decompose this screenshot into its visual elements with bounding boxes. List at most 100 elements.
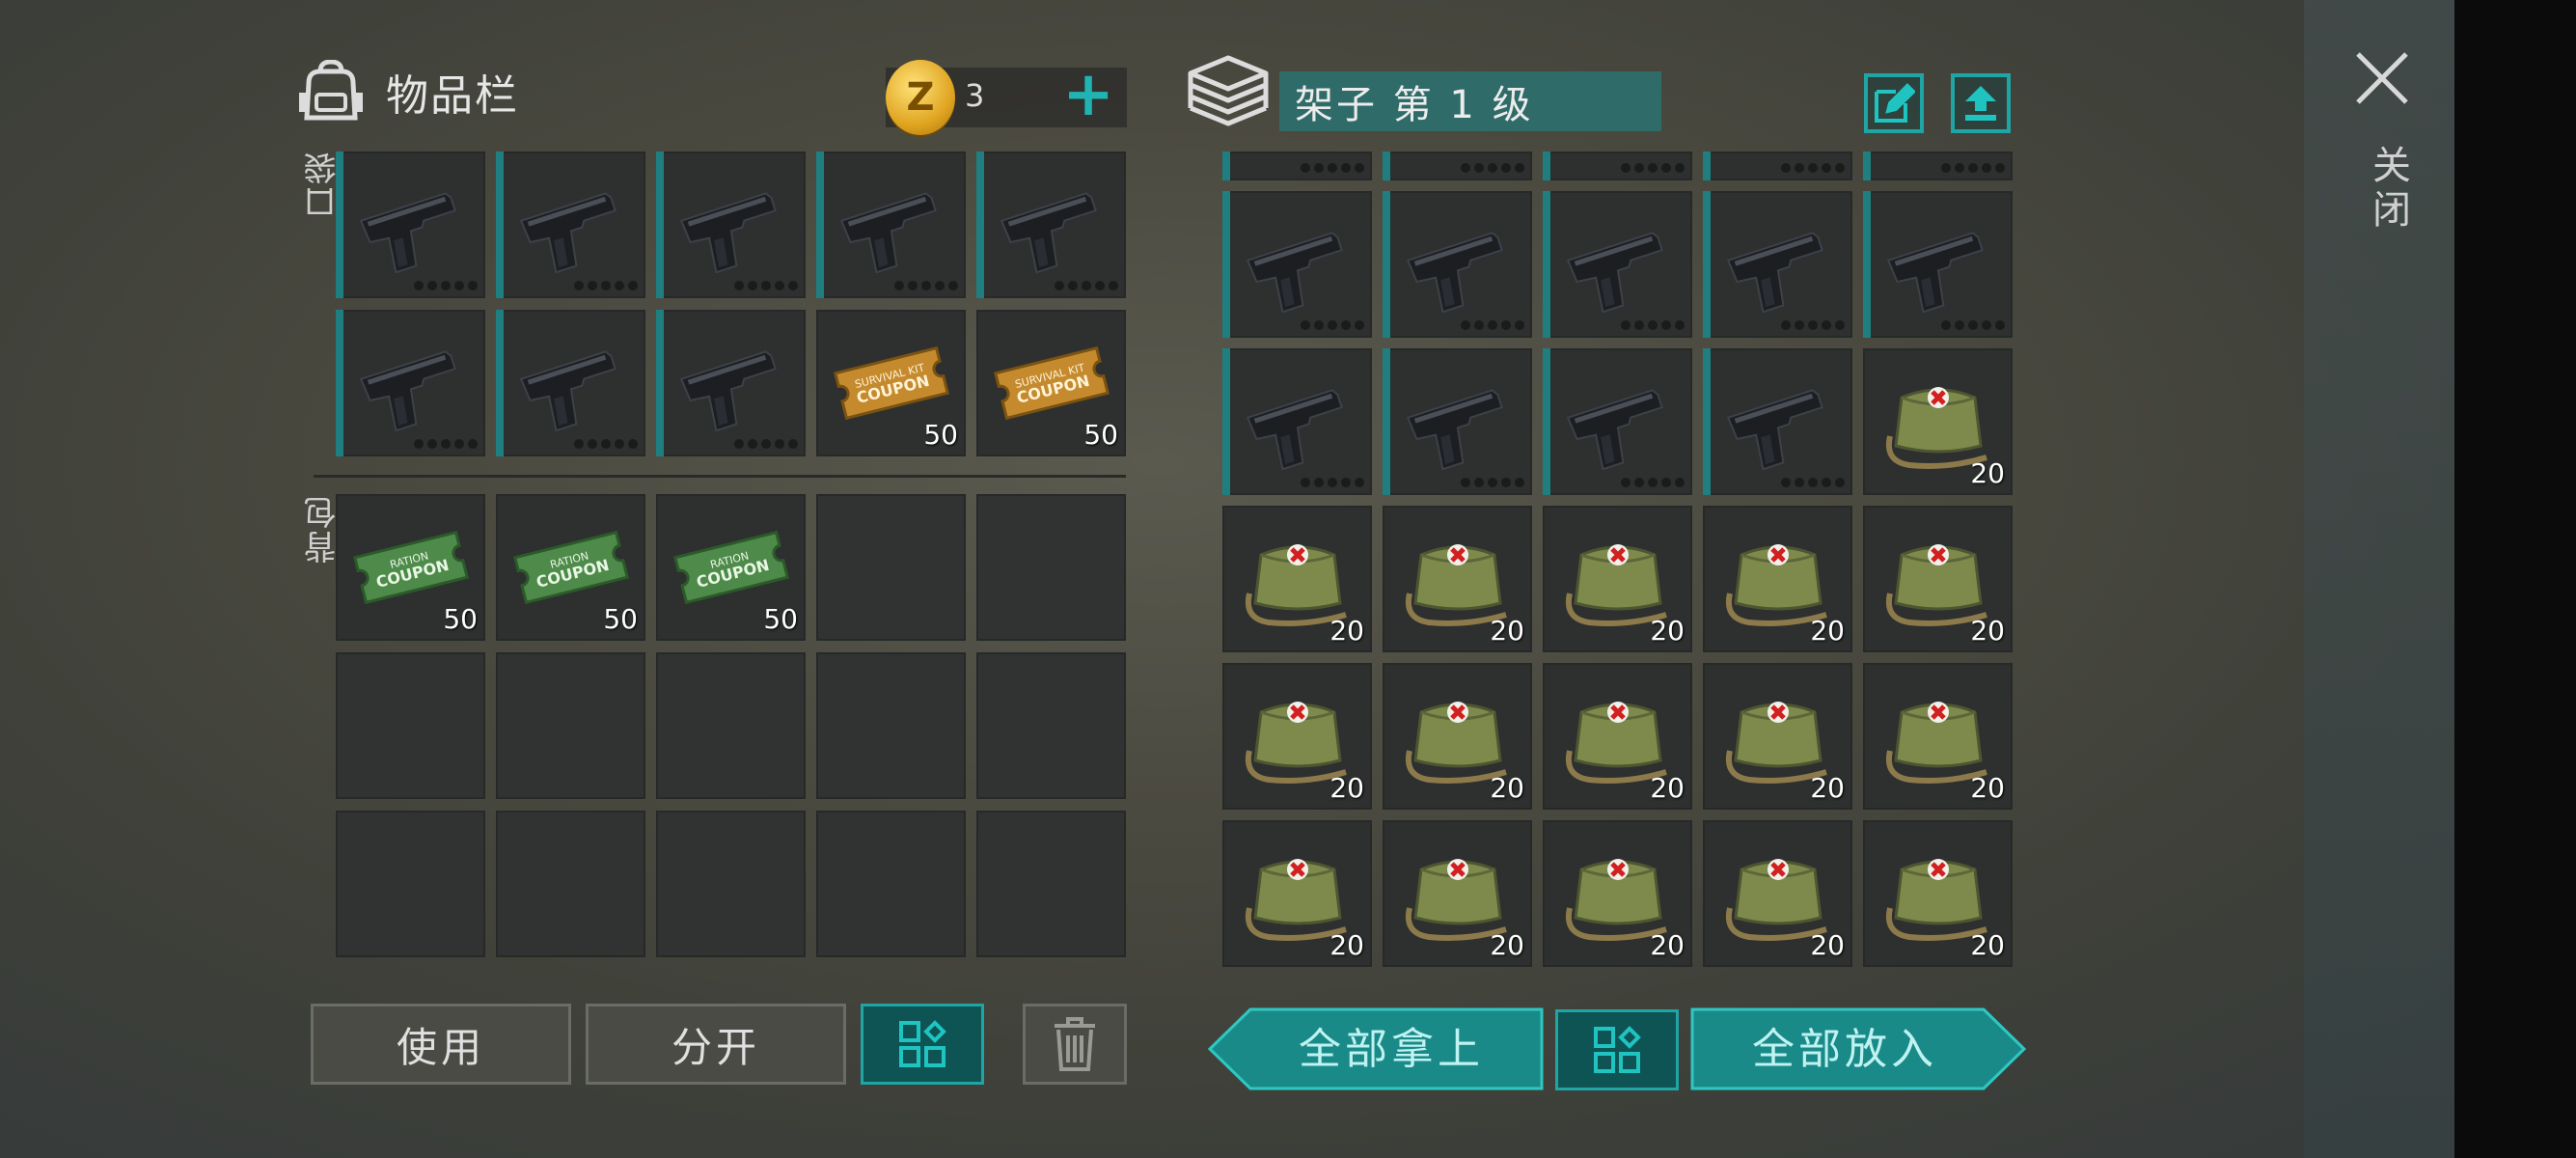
item-quantity: 50 — [603, 603, 638, 635]
durability-dots — [1781, 163, 1845, 173]
durability-dots — [1941, 320, 2005, 330]
pocket-slot-pistol[interactable] — [336, 310, 485, 456]
rename-shelf-button[interactable] — [1864, 73, 1924, 133]
put-all-label: 全部放入 — [1752, 1025, 1937, 1074]
pistol-icon — [336, 152, 485, 298]
backpack-slot-empty[interactable] — [336, 652, 485, 799]
shelf-slot-partial[interactable] — [1703, 152, 1852, 180]
backpack-slot-empty[interactable] — [976, 652, 1126, 799]
backpack-slot-empty[interactable] — [336, 811, 485, 957]
shelf-slot-medkit[interactable]: 20 — [1543, 506, 1692, 652]
shelf-slot-medkit[interactable]: 20 — [1222, 506, 1372, 652]
shelf-slot-medkit[interactable]: 20 — [1863, 663, 2013, 810]
shelf-slot-partial[interactable] — [1863, 152, 2013, 180]
shelf-slot-medkit[interactable]: 20 — [1383, 820, 1532, 967]
durability-dots — [1461, 320, 1524, 330]
shelf-slot-pistol[interactable] — [1543, 348, 1692, 495]
item-quantity: 50 — [923, 419, 958, 451]
backpack-slot-empty[interactable] — [816, 811, 966, 957]
backpack-slot-empty[interactable] — [976, 811, 1126, 957]
shelf-slot-medkit[interactable]: 20 — [1383, 506, 1532, 652]
trash-icon — [1055, 1017, 1095, 1071]
shelf-slot-pistol[interactable] — [1222, 348, 1372, 495]
pistol-icon — [816, 152, 966, 298]
split-button[interactable]: 分开 — [586, 1004, 846, 1085]
backpack-slot-empty[interactable] — [496, 811, 645, 957]
pocket-slot-pistol[interactable] — [496, 310, 645, 456]
shelf-slot-partial[interactable] — [1222, 152, 1372, 180]
item-quantity: 20 — [1970, 615, 2005, 647]
shelf-slot-partial[interactable] — [1543, 152, 1692, 180]
item-quantity: 20 — [1970, 457, 2005, 489]
pistol-icon — [656, 310, 806, 456]
sort-shelf-button[interactable] — [1555, 1009, 1679, 1090]
backpack-slot-empty[interactable] — [816, 652, 966, 799]
backpack-slot-empty[interactable] — [816, 494, 966, 641]
pocket-slot-pistol[interactable] — [816, 152, 966, 298]
pocket-slot-survival-coupon[interactable]: SURVIVAL KIT COUPON 50 — [816, 310, 966, 456]
take-all-label: 全部拿上 — [1299, 1025, 1484, 1074]
shelf-icon — [1188, 55, 1269, 126]
backpack-slot-ration-coupon[interactable]: RATION COUPON 50 — [496, 494, 645, 641]
durability-dots — [414, 439, 478, 449]
put-all-button[interactable]: 全部放入 — [1690, 1007, 2028, 1090]
shelf-slot-pistol[interactable] — [1703, 191, 1852, 338]
close-icon[interactable] — [2354, 50, 2410, 106]
backpack-slot-empty[interactable] — [656, 652, 806, 799]
pocket-slot-pistol[interactable] — [976, 152, 1126, 298]
item-quantity: 20 — [1810, 615, 1845, 647]
pocket-slot-pistol[interactable] — [656, 310, 806, 456]
sort-grid-icon — [1594, 1026, 1641, 1073]
shelf-slot-medkit[interactable]: 20 — [1222, 820, 1372, 967]
shelf-slot-partial[interactable] — [1383, 152, 1532, 180]
shelf-slot-medkit[interactable]: 20 — [1863, 506, 2013, 652]
shelf-slot-pistol[interactable] — [1383, 348, 1532, 495]
backpack-slot-ration-coupon[interactable]: RATION COUPON 50 — [656, 494, 806, 641]
shelf-slot-medkit[interactable]: 20 — [1863, 348, 2013, 495]
item-quantity: 20 — [1650, 929, 1685, 961]
shelf-slot-medkit[interactable]: 20 — [1543, 820, 1692, 967]
sort-inventory-button[interactable] — [861, 1004, 984, 1085]
pocket-slot-survival-coupon[interactable]: SURVIVAL KIT COUPON 50 — [976, 310, 1126, 456]
take-all-button[interactable]: 全部拿上 — [1208, 1007, 1546, 1090]
pistol-icon — [496, 310, 645, 456]
durability-dots — [574, 439, 638, 449]
backpack-slot-ration-coupon[interactable]: RATION COUPON 50 — [336, 494, 485, 641]
shelf-slot-pistol[interactable] — [1543, 191, 1692, 338]
backpack-slot-empty[interactable] — [976, 494, 1126, 641]
add-coins-button[interactable]: + — [1061, 64, 1115, 125]
edit-icon — [1875, 83, 1915, 123]
shelf-slot-medkit[interactable]: 20 — [1703, 820, 1852, 967]
backpack-slot-empty[interactable] — [496, 652, 645, 799]
pistol-icon — [496, 152, 645, 298]
shelf-slot-pistol[interactable] — [1222, 191, 1372, 338]
upgrade-shelf-button[interactable] — [1951, 73, 2011, 133]
pistol-icon — [1863, 191, 2013, 338]
pocket-slot-pistol[interactable] — [496, 152, 645, 298]
use-button[interactable]: 使用 — [311, 1004, 571, 1085]
trash-button[interactable] — [1023, 1004, 1127, 1085]
shelf-slot-medkit[interactable]: 20 — [1383, 663, 1532, 810]
shelf-grid[interactable]: 20 20 20 20 20 20 20 20 20 20 20 20 20 20 20 20 — [1222, 191, 2013, 967]
backpack-slot-empty[interactable] — [656, 811, 806, 957]
item-quantity: 20 — [1810, 929, 1845, 961]
pocket-slot-pistol[interactable] — [656, 152, 806, 298]
shelf-slot-medkit[interactable]: 20 — [1703, 663, 1852, 810]
item-quantity: 20 — [1650, 615, 1685, 647]
item-quantity: 20 — [1810, 772, 1845, 804]
shelf-scrolled-row — [1222, 152, 2013, 180]
shelf-slot-medkit[interactable]: 20 — [1863, 820, 2013, 967]
close-label[interactable]: 关闭 — [2360, 145, 2416, 234]
shelf-slot-pistol[interactable] — [1703, 348, 1852, 495]
durability-dots — [1055, 281, 1118, 290]
durability-dots — [1301, 163, 1364, 173]
shelf-slot-medkit[interactable]: 20 — [1222, 663, 1372, 810]
pocket-slot-pistol[interactable] — [336, 152, 485, 298]
backpack-grid: RATION COUPON 50 RATION COUPON 50 RATION COUPON… — [336, 494, 1126, 957]
durability-dots — [734, 439, 798, 449]
shelf-slot-pistol[interactable] — [1863, 191, 2013, 338]
shelf-slot-pistol[interactable] — [1383, 191, 1532, 338]
shelf-slot-medkit[interactable]: 20 — [1543, 663, 1692, 810]
shelf-slot-medkit[interactable]: 20 — [1703, 506, 1852, 652]
item-quantity: 20 — [1970, 929, 2005, 961]
